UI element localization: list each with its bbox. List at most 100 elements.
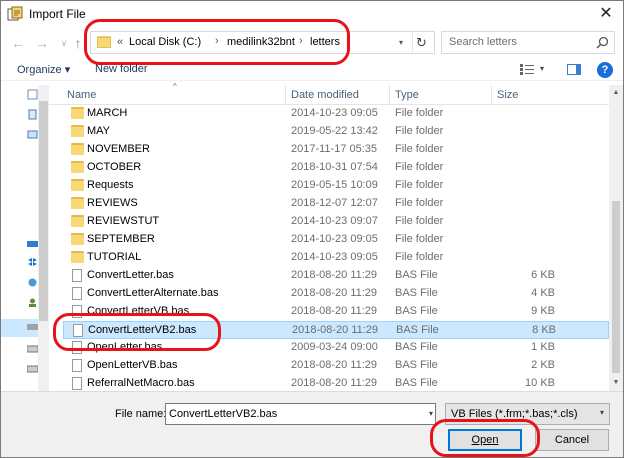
file-size: 6 KB [531, 269, 555, 281]
folder-row[interactable]: OCTOBER 2018-10-31 07:54 File folder [63, 159, 609, 177]
breadcrumb-separator[interactable]: › [346, 35, 350, 47]
file-row[interactable]: ConvertLetter.bas 2018-08-20 11:29 BAS Fil… [63, 267, 609, 285]
folder-icon [71, 125, 84, 137]
up-button[interactable]: ↑ [69, 35, 87, 51]
file-list: MARCH 2014-10-23 09:05 File folder MAY 2019-… [49, 105, 609, 391]
file-icon [72, 269, 82, 282]
folder-row[interactable]: NOVEMBER 2017-11-17 05:35 File folder [63, 141, 609, 159]
file-name: OpenLetter.bas [87, 341, 163, 353]
drive-icon[interactable] [27, 343, 38, 354]
folder-row[interactable]: SEPTEMBER 2014-10-23 09:05 File folder [63, 231, 609, 249]
file-type-dropdown-icon[interactable]: ▾ [600, 408, 604, 417]
folder-row[interactable]: MAY 2019-05-22 13:42 File folder [63, 123, 609, 141]
help-icon[interactable]: ? [597, 62, 613, 78]
pictures-icon[interactable] [27, 129, 38, 140]
file-row[interactable]: OpenLetter.bas 2009-03-24 09:00 BAS File 1 … [63, 339, 609, 357]
scroll-up-arrow-icon[interactable]: ▲ [609, 85, 623, 101]
desktop-icon[interactable] [27, 239, 38, 250]
local-disk-icon[interactable] [27, 321, 38, 332]
breadcrumb-separator[interactable]: › [215, 35, 219, 47]
file-size: 1 KB [531, 341, 555, 353]
column-divider[interactable] [389, 85, 390, 105]
address-dropdown-icon[interactable]: ▾ [394, 34, 408, 51]
breadcrumb-letters[interactable]: letters [310, 36, 340, 48]
file-type: File folder [395, 179, 444, 191]
file-name-value: ConvertLetterVB2.bas [169, 408, 278, 420]
file-date-modified: 2018-08-20 11:29 [291, 287, 378, 299]
file-date-modified: 2014-10-23 09:07 [291, 215, 378, 227]
file-row[interactable]: OpenLetterVB.bas 2018-08-20 11:29 BAS File… [63, 357, 609, 375]
file-row[interactable]: ReferralNetMacro.bas 2018-08-20 11:29 BAS … [63, 375, 609, 391]
file-row[interactable]: ConvertLetterAlternate.bas 2018-08-20 11:… [63, 285, 609, 303]
file-icon [72, 377, 82, 390]
forward-button[interactable]: → [33, 35, 51, 51]
dialog-footer: File name: ConvertLetterVB2.bas ▾ VB Fil… [1, 391, 623, 457]
view-dropdown-icon[interactable]: ▾ [540, 64, 544, 73]
file-name: ConvertLetterAlternate.bas [87, 287, 219, 299]
navigation-pane-scrollbar[interactable] [38, 85, 49, 391]
scroll-down-arrow-icon[interactable]: ▼ [609, 375, 623, 391]
sort-ascending-icon: ^ [173, 82, 177, 91]
file-name: ConvertLetter.bas [87, 269, 174, 281]
breadcrumb-local-disk[interactable]: Local Disk (C:) [129, 36, 201, 48]
file-type-select[interactable]: VB Files (*.frm;*.bas;*.cls) ▾ [445, 403, 610, 425]
address-bar[interactable]: « Local Disk (C:) › medilink32bnt › lett… [90, 31, 435, 54]
scrollbar-thumb[interactable] [39, 101, 48, 321]
column-headers: ^ Name Date modified Type Size [49, 82, 609, 105]
file-type: File folder [395, 215, 444, 227]
column-divider[interactable] [491, 85, 492, 105]
file-name: ConvertLetterVB2.bas [88, 324, 197, 336]
file-name: SEPTEMBER [87, 233, 155, 245]
import-file-dialog: Import File ✕ ← → ∨ ↑ « Local Disk (C:) … [0, 0, 624, 458]
file-date-modified: 2019-05-22 13:42 [291, 125, 378, 137]
folder-row[interactable]: REVIEWS 2018-12-07 12:07 File folder [63, 195, 609, 213]
new-folder-button[interactable]: New folder [95, 63, 148, 75]
file-row[interactable]: ConvertLetterVB.bas 2018-08-20 11:29 BAS F… [63, 303, 609, 321]
folder-icon [71, 251, 84, 263]
folder-row[interactable]: REVIEWSTUT 2014-10-23 09:07 File folder [63, 213, 609, 231]
column-type[interactable]: Type [395, 89, 419, 101]
folder-row[interactable]: TUTORIAL 2014-10-23 09:05 File folder [63, 249, 609, 267]
drive-icon[interactable] [27, 363, 38, 374]
title-bar: Import File ✕ [1, 1, 623, 27]
breadcrumb-medilink32bnt[interactable]: medilink32bnt [227, 36, 295, 48]
search-input[interactable]: Search letters [441, 31, 615, 54]
refresh-button[interactable]: ↻ [412, 33, 430, 52]
file-type: BAS File [395, 341, 438, 353]
organize-menu[interactable]: Organize ▾ [17, 63, 70, 76]
close-button[interactable]: ✕ [595, 4, 617, 24]
file-type: File folder [395, 107, 444, 119]
column-name[interactable]: Name [67, 89, 96, 101]
file-list-scrollbar[interactable]: ▲ ▼ [609, 85, 623, 391]
quick-access-icon[interactable] [27, 89, 38, 100]
search-placeholder: Search letters [449, 36, 517, 48]
open-button[interactable]: Open [448, 429, 522, 451]
folder-row[interactable]: MARCH 2014-10-23 09:05 File folder [63, 105, 609, 123]
scrollbar-thumb[interactable] [612, 201, 620, 373]
file-name-dropdown-icon[interactable]: ▾ [429, 406, 433, 422]
file-date-modified: 2017-11-17 05:35 [291, 143, 378, 155]
folder-row[interactable]: Requests 2019-05-15 10:09 File folder [63, 177, 609, 195]
column-divider[interactable] [285, 85, 286, 105]
file-type: File folder [395, 143, 444, 155]
file-row[interactable]: ConvertLetterVB2.bas 2018-08-20 11:29 BAS … [63, 321, 609, 339]
back-button[interactable]: ← [9, 35, 27, 51]
column-date-modified[interactable]: Date modified [291, 89, 359, 101]
user-icon[interactable] [27, 297, 38, 308]
network-icon[interactable] [27, 277, 38, 288]
file-name-input[interactable]: ConvertLetterVB2.bas ▾ [165, 403, 436, 425]
file-date-modified: 2014-10-23 09:05 [291, 251, 378, 263]
breadcrumb-separator[interactable]: › [299, 35, 303, 47]
view-options-icon[interactable] [520, 64, 534, 75]
dropbox-icon[interactable] [27, 257, 38, 268]
cancel-button[interactable]: Cancel [535, 429, 609, 451]
file-name: NOVEMBER [87, 143, 150, 155]
address-overflow[interactable]: « [117, 36, 123, 48]
column-size[interactable]: Size [497, 89, 518, 101]
documents-icon[interactable] [27, 109, 38, 120]
file-date-modified: 2014-10-23 09:05 [291, 233, 378, 245]
file-date-modified: 2018-08-20 11:29 [292, 324, 379, 336]
file-name: ConvertLetterVB.bas [87, 305, 190, 317]
file-type-value: VB Files (*.frm;*.bas;*.cls) [451, 408, 578, 420]
preview-pane-icon[interactable] [567, 64, 581, 75]
